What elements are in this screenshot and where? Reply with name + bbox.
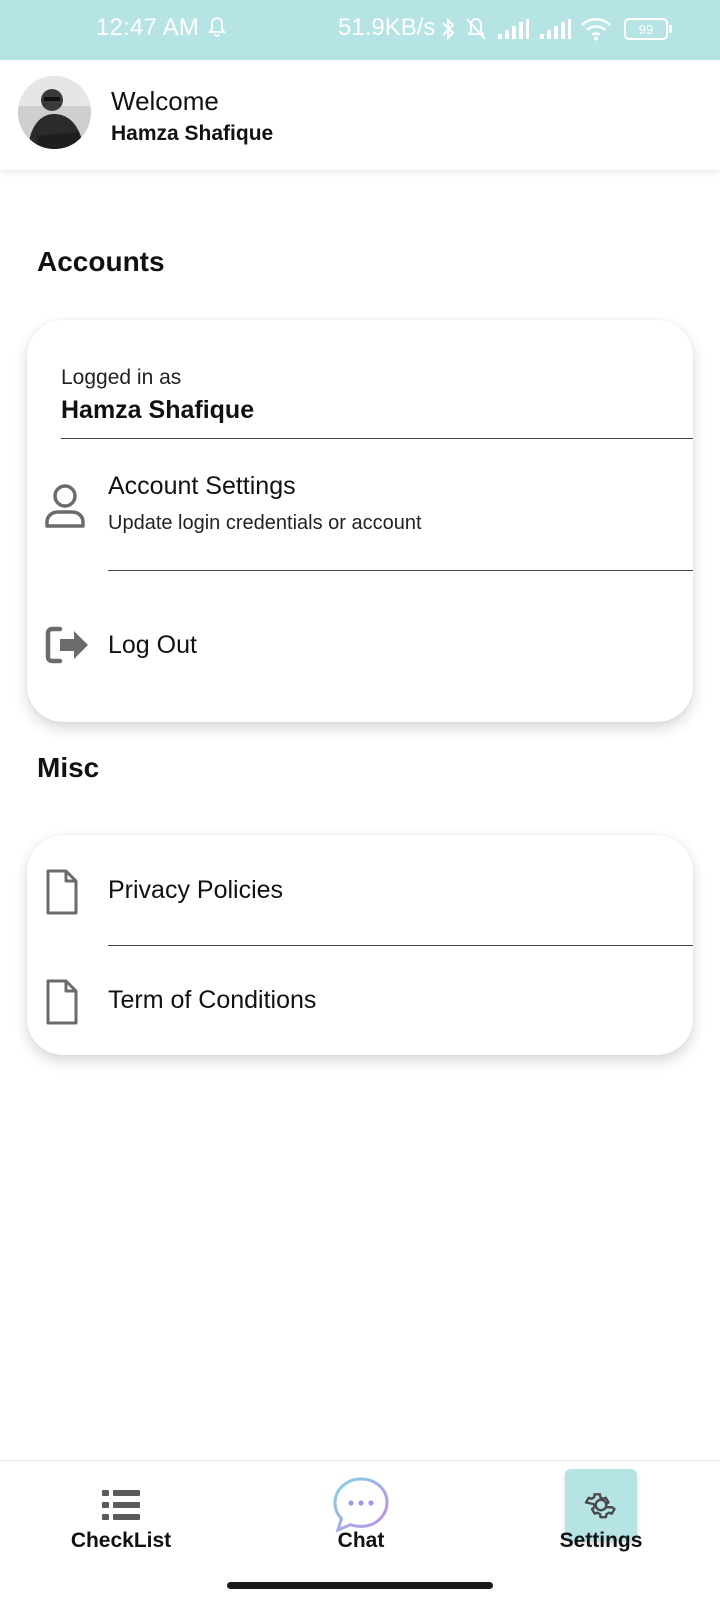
bottom-nav: CheckList Chat Settings [0, 1460, 720, 1601]
logout-row[interactable]: Log Out [27, 605, 693, 685]
battery-icon: 99 [624, 18, 672, 40]
status-time: 12:47 AM [96, 14, 200, 41]
accounts-card: Logged in as Hamza Shafique Account Sett… [27, 320, 693, 722]
signal-icon [498, 19, 529, 39]
header-user-name: Hamza Shafique [111, 122, 274, 145]
status-bar: 12:47 AM 51.9KB/s 99 [0, 0, 720, 60]
tab-settings[interactable]: Settings [521, 1461, 681, 1581]
privacy-policies-label: Privacy Policies [108, 876, 284, 904]
signal-icon [540, 19, 571, 39]
logged-in-name: Hamza Shafique [61, 396, 255, 424]
tab-chat[interactable]: Chat [281, 1461, 441, 1581]
account-settings-subtitle: Update login credentials or account [108, 512, 422, 534]
avatar[interactable] [18, 76, 91, 149]
terms-row[interactable]: Term of Conditions [27, 955, 693, 1045]
divider [108, 945, 693, 946]
terms-label: Term of Conditions [108, 986, 317, 1014]
logout-icon [44, 625, 92, 670]
document-icon [44, 979, 80, 1030]
bluetooth-icon [442, 17, 455, 41]
divider [108, 570, 693, 571]
account-settings-row[interactable]: Account Settings Update login credential… [27, 460, 693, 560]
home-indicator[interactable] [227, 1582, 493, 1589]
wifi-icon [581, 18, 611, 41]
status-icons: 99 [440, 14, 672, 44]
misc-card: Privacy Policies Term of Conditions [27, 835, 693, 1055]
network-speed: 51.9KB/s [338, 14, 436, 41]
privacy-policies-row[interactable]: Privacy Policies [27, 845, 693, 935]
misc-section-title: Misc [37, 752, 100, 783]
logout-label: Log Out [108, 631, 197, 659]
person-icon [44, 482, 86, 535]
logged-in-label: Logged in as [61, 366, 182, 389]
battery-level: 99 [638, 21, 654, 37]
account-settings-title: Account Settings [108, 472, 296, 500]
tab-settings-label: Settings [559, 1529, 643, 1552]
tab-chat-label: Chat [337, 1529, 385, 1552]
tab-checklist[interactable]: CheckList [41, 1461, 201, 1581]
bell-icon [208, 16, 226, 43]
document-icon [44, 869, 80, 920]
welcome-text: Welcome [111, 86, 219, 116]
accounts-section-title: Accounts [37, 246, 165, 277]
muted-bell-icon [466, 18, 486, 40]
app-header: Welcome Hamza Shafique [0, 60, 720, 170]
divider [61, 438, 693, 439]
tab-checklist-label: CheckList [70, 1529, 172, 1552]
